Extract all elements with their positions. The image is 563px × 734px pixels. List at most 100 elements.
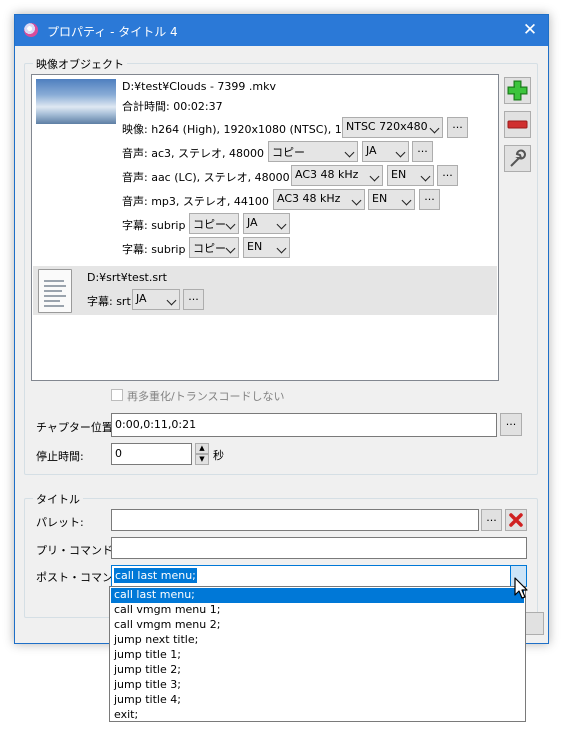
palette-label: パレット:: [36, 516, 84, 529]
dropdown-option[interactable]: jump title 4;: [111, 693, 524, 708]
subtitle-file-row[interactable]: D:¥srt¥test.srt 字幕: srt JA ...: [33, 266, 497, 315]
chevron-down-icon: [276, 219, 287, 230]
pause-value: 0: [115, 447, 122, 460]
duration-text: 合計時間: 00:02:37: [122, 100, 223, 113]
palette-input[interactable]: [111, 509, 479, 531]
chapter-browse-button[interactable]: ...: [500, 413, 522, 436]
pre-command-label: プリ・コマンド:: [36, 544, 117, 557]
add-icon: [507, 80, 528, 101]
subtitle2-lang-select[interactable]: EN: [243, 237, 290, 258]
video-object-list[interactable]: D:¥test¥Clouds - 7399 .mkv 合計時間: 00:02:3…: [31, 74, 499, 381]
pause-input[interactable]: 0: [111, 443, 192, 465]
subtitle-file-lang-value: JA: [136, 292, 147, 305]
chevron-down-icon: [401, 195, 412, 206]
pause-label: 停止時間:: [36, 450, 84, 463]
no-remux-checkbox[interactable]: [111, 389, 123, 401]
post-command-combo[interactable]: call last menu;: [111, 565, 527, 587]
audio3-settings-button[interactable]: ...: [419, 189, 440, 210]
audio2-codec-select[interactable]: AC3 48 kHz: [291, 165, 383, 186]
audio1-codec-value: コピー: [272, 146, 305, 159]
video-thumbnail: [36, 79, 116, 124]
audio1-label: 音声: ac3, ステレオ, 48000 Hz: [122, 147, 282, 160]
chevron-down-icon: [276, 243, 287, 254]
dropdown-option[interactable]: jump title 2;: [111, 663, 524, 678]
video-format-value: NTSC 720x480: [346, 120, 428, 133]
cursor-icon: [514, 577, 528, 599]
window-title: プロパティ - タイトル 4: [47, 25, 178, 39]
chevron-down-icon: [420, 171, 431, 182]
chevron-down-icon: [344, 147, 355, 158]
dropdown-option[interactable]: call last menu;: [111, 588, 524, 603]
subtitle1-lang-value: JA: [247, 216, 258, 229]
audio3-lang-select[interactable]: EN: [368, 189, 415, 210]
subtitle1-lang-select[interactable]: JA: [243, 213, 290, 234]
post-command-value: call last menu;: [114, 568, 197, 583]
wrench-icon: [510, 149, 526, 167]
title-bar: プロパティ - タイトル 4 ✕: [15, 15, 548, 46]
subtitle1-mode-select[interactable]: コピー: [189, 213, 239, 234]
properties-dialog: プロパティ - タイトル 4 ✕ 映像オブジェクト D:¥test¥Clouds…: [14, 14, 549, 644]
subtitle2-label: 字幕: subrip: [122, 243, 186, 256]
audio1-lang-select[interactable]: JA: [362, 141, 409, 162]
dropdown-option[interactable]: call vmgm menu 1;: [111, 603, 524, 618]
app-icon: [24, 23, 38, 37]
audio2-lang-select[interactable]: EN: [387, 165, 434, 186]
palette-browse-button[interactable]: ...: [481, 509, 502, 531]
close-icon[interactable]: ✕: [517, 19, 543, 41]
pre-command-combo[interactable]: [111, 537, 527, 559]
audio3-lang-value: EN: [372, 192, 388, 205]
audio1-settings-button[interactable]: ...: [412, 141, 433, 162]
chapter-label: チャプター位置:: [36, 421, 117, 434]
chapter-input[interactable]: 0:00,0:11,0:21: [111, 413, 497, 437]
subtitle2-mode-select[interactable]: コピー: [189, 237, 239, 258]
pause-spinner[interactable]: ▲ ▼: [195, 443, 209, 465]
document-icon: [38, 269, 72, 313]
chevron-down-icon: [225, 219, 236, 230]
chevron-down-icon: [395, 147, 406, 158]
audio2-settings-button[interactable]: ...: [437, 165, 458, 186]
remove-button[interactable]: [504, 111, 531, 138]
subtitle1-label: 字幕: subrip: [122, 219, 186, 232]
video-settings-button[interactable]: ...: [447, 117, 468, 138]
chevron-down-icon: [369, 171, 380, 182]
post-command-dropdown-list[interactable]: call last menu; call vmgm menu 1; call v…: [109, 586, 526, 722]
subtitle-file-path: D:¥srt¥test.srt: [87, 271, 167, 284]
dropdown-option[interactable]: exit;: [111, 708, 524, 723]
subtitle-file-settings-button[interactable]: ...: [183, 289, 204, 310]
audio3-codec-value: AC3 48 kHz: [277, 192, 341, 205]
title-group-label: タイトル: [33, 491, 83, 507]
audio1-codec-select[interactable]: コピー: [268, 141, 358, 162]
video-format-select[interactable]: NTSC 720x480: [342, 117, 443, 138]
chevron-down-icon: [429, 123, 440, 134]
add-button[interactable]: [504, 77, 531, 104]
chapter-value: 0:00,0:11,0:21: [115, 418, 197, 431]
dropdown-option[interactable]: call vmgm menu 2;: [111, 618, 524, 633]
chevron-down-icon: [225, 243, 236, 254]
spin-up-icon[interactable]: ▲: [195, 443, 209, 454]
pause-unit: 秒: [213, 449, 224, 462]
audio2-lang-value: EN: [391, 168, 407, 181]
subtitle2-lang-value: EN: [247, 240, 263, 253]
delete-icon: [509, 513, 523, 527]
subtitle-file-label: 字幕: srt: [87, 295, 131, 308]
subtitle1-mode-value: コピー: [193, 218, 226, 231]
chevron-down-icon: [166, 295, 177, 306]
chevron-down-icon: [351, 195, 362, 206]
main-file-path: D:¥test¥Clouds - 7399 .mkv: [122, 80, 276, 93]
audio2-codec-value: AC3 48 kHz: [295, 168, 359, 181]
subtitle-file-lang-select[interactable]: JA: [132, 289, 180, 310]
dropdown-option[interactable]: jump title 1;: [111, 648, 524, 663]
video-stream-label: 映像: h264 (High), 1920x1080 (NTSC), 16:9: [122, 123, 360, 136]
no-remux-label: 再多重化/トランスコードしない: [127, 390, 285, 403]
audio3-codec-select[interactable]: AC3 48 kHz: [273, 189, 365, 210]
dialog-button-partial[interactable]: [525, 612, 544, 635]
video-objects-group-label: 映像オブジェクト: [33, 56, 127, 72]
settings-button[interactable]: [504, 145, 531, 172]
remove-icon: [507, 120, 528, 129]
audio2-label: 音声: aac (LC), ステレオ, 48000 Hz: [122, 171, 308, 184]
dropdown-option[interactable]: jump next title;: [111, 633, 524, 648]
spin-down-icon[interactable]: ▼: [195, 454, 209, 465]
palette-delete-button[interactable]: [505, 509, 527, 531]
subtitle2-mode-value: コピー: [193, 242, 226, 255]
dropdown-option[interactable]: jump title 3;: [111, 678, 524, 693]
